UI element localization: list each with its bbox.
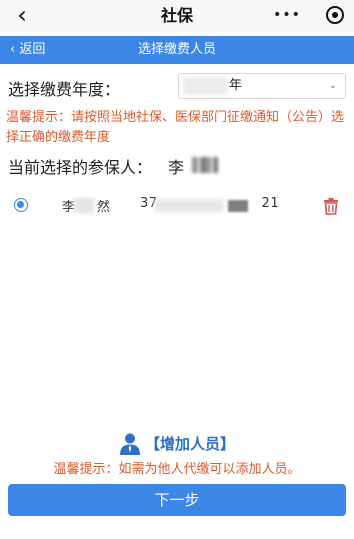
year-label: 选择缴费年度：: [8, 80, 121, 99]
more-dots-icon[interactable]: •••: [268, 4, 306, 28]
add-person-tip: 温馨提示：如需为他人代缴可以添加人员。: [53, 462, 301, 477]
year-tip: 温馨提示：请按照当地社保、医保部门征缴通知（公告）选择正确的缴费年度: [6, 110, 345, 145]
redacted-id: [228, 200, 248, 212]
add-person-label: 【增加人员】: [144, 435, 235, 453]
next-step-button[interactable]: 下一步: [8, 484, 346, 516]
redacted-name: [192, 157, 218, 173]
redacted-year: [183, 77, 227, 95]
add-person-area: 【增加人员】: [0, 432, 354, 456]
redacted-name: [74, 198, 94, 213]
page-title: 选择缴费人员: [137, 42, 216, 57]
capsule-menu: •••: [268, 4, 346, 28]
trash-icon[interactable]: [322, 197, 340, 215]
add-person-button[interactable]: 【增加人员】: [119, 432, 235, 456]
person-name-last: 然: [97, 200, 111, 215]
chevron-left-icon: ‹: [10, 42, 20, 57]
person-id-suffix: 21: [261, 196, 280, 211]
back-link-label: 返回: [19, 42, 46, 57]
wechat-top-bar: ‹ 社保 •••: [0, 0, 354, 32]
user-icon: [119, 433, 140, 455]
chevron-down-icon: ⌄: [328, 80, 337, 91]
redacted-id: [154, 199, 224, 212]
chevron-left-icon[interactable]: ‹: [8, 2, 36, 30]
target-close-icon[interactable]: [326, 6, 344, 24]
page-nav-bar: ‹ 返回 选择缴费人员: [0, 36, 354, 64]
year-value-suffix: 年: [229, 78, 243, 93]
insured-label: 当前选择的参保人：: [8, 158, 153, 177]
list-item[interactable]: 李然 37 21: [0, 192, 354, 220]
radio-selected-icon[interactable]: [14, 198, 28, 212]
back-link[interactable]: ‹ 返回: [10, 36, 45, 64]
insured-name: 李: [168, 158, 185, 177]
year-select[interactable]: 年 ⌄: [178, 73, 346, 99]
